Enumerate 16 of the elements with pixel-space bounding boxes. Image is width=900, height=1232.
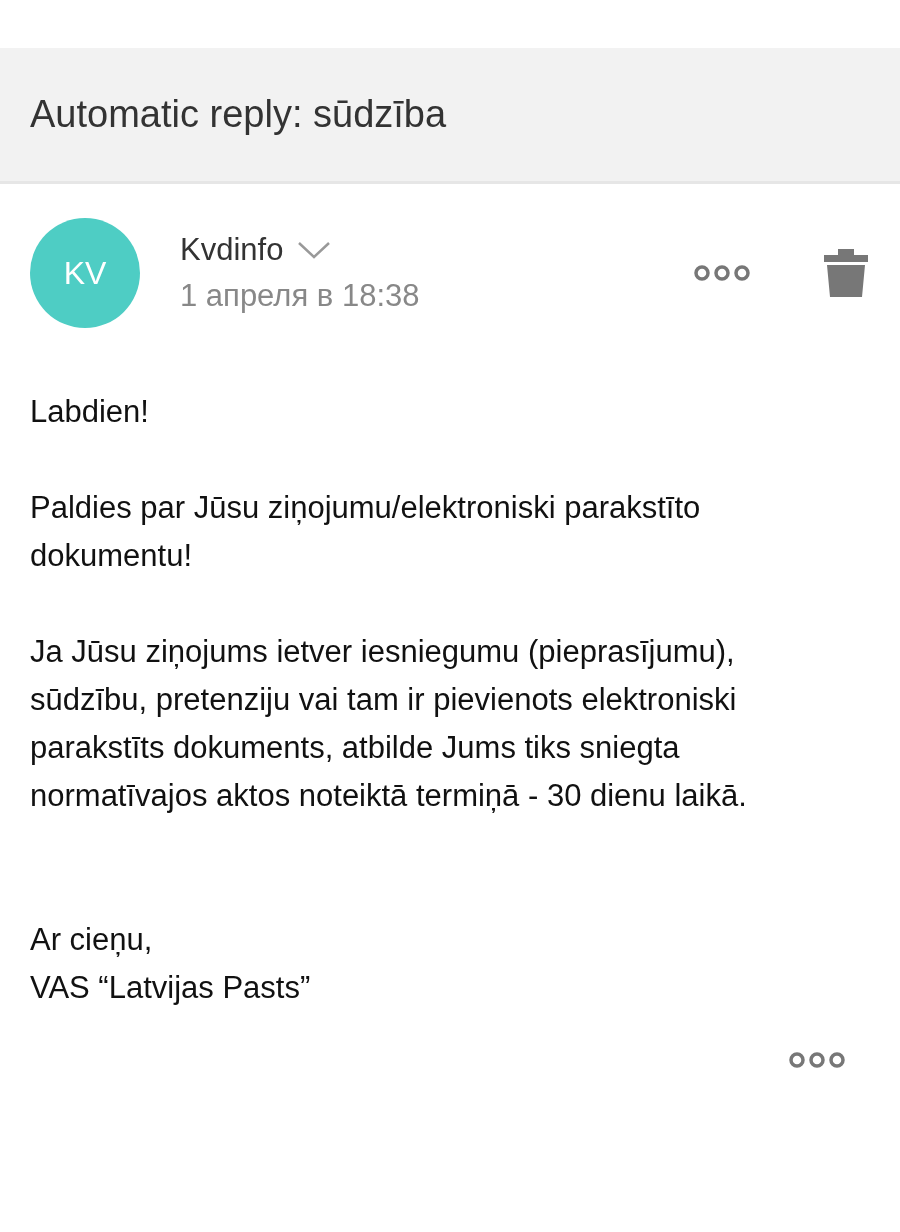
signature-line: Ar cieņu, [30,921,154,959]
message-date: 1 апреля в 18:38 [180,278,421,314]
more-icon [789,1052,845,1068]
signature-line: VAS “Latvijas Pasts” [30,969,312,1007]
more-button[interactable] [694,265,750,281]
message-paragraph: Paldies par Jūsu ziņojumu/elektroniski parakstīto dokumentu! [30,489,702,575]
trash-icon [822,247,870,299]
more-button[interactable] [789,1052,845,1068]
more-icon [694,265,750,281]
expand-button[interactable] [297,240,332,260]
sender-name[interactable]: Kvdinfo [180,232,284,268]
delete-button[interactable] [822,247,870,299]
message-paragraph: Ja Jūsu ziņojums ietver iesniegumu (pieprasījumu), sūdzību, pretenziju vai tam ir pievienots elektroniski parakstīts dokuments, atbilde Jums tiks sniegta normatīvajos aktos noteiktā termiņā - 30 dienu laikā. [30,633,748,815]
message-subject: Automatic reply: sūdzība [30,93,447,136]
message-paragraph: Labdien! [30,393,150,431]
sender-avatar: KV [30,218,140,328]
